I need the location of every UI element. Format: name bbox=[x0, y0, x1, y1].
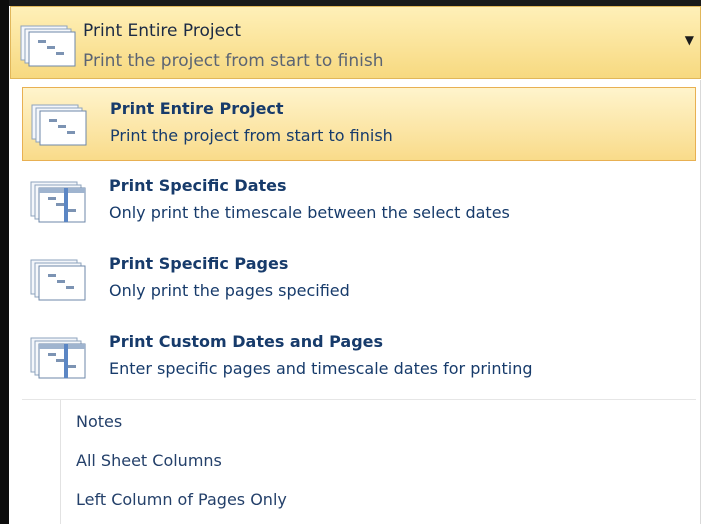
menu-item-description: Print the project from start to finish bbox=[110, 126, 393, 145]
menu-item-title: Print Specific Pages bbox=[109, 254, 289, 273]
window-left-border bbox=[0, 0, 9, 524]
menu-item-description: Only print the timescale between the sel… bbox=[109, 203, 510, 222]
timescale-pages-icon bbox=[30, 337, 88, 383]
options-gutter-line bbox=[60, 400, 61, 524]
stacked-pages-icon bbox=[20, 25, 78, 71]
menu-separator bbox=[22, 399, 696, 400]
timescale-pages-icon bbox=[30, 181, 88, 227]
option-left-column-of-pages-only[interactable]: Left Column of Pages Only bbox=[76, 490, 287, 509]
option-notes[interactable]: Notes bbox=[76, 412, 122, 431]
dropdown-selected-subtitle: Print the project from start to finish bbox=[83, 51, 384, 71]
menu-item-title: Print Custom Dates and Pages bbox=[109, 332, 384, 351]
dropdown-selected-title: Print Entire Project bbox=[83, 21, 242, 41]
menu-item-description: Only print the pages specified bbox=[109, 281, 350, 300]
stacked-pages-icon bbox=[31, 104, 89, 150]
menu-item-title: Print Entire Project bbox=[110, 99, 284, 118]
dropdown-arrow-icon[interactable]: ▼ bbox=[685, 33, 694, 47]
print-scope-menu: Print Entire Project Print the project f… bbox=[10, 80, 701, 524]
menu-item-print-entire-project[interactable]: Print Entire Project Print the project f… bbox=[22, 87, 696, 161]
menu-item-description: Enter specific pages and timescale dates… bbox=[109, 359, 533, 378]
menu-item-title: Print Specific Dates bbox=[109, 176, 287, 195]
menu-item-print-custom-dates-and-pages[interactable]: Print Custom Dates and Pages Enter speci… bbox=[22, 321, 696, 395]
stacked-pages-icon bbox=[30, 259, 88, 305]
menu-item-print-specific-pages[interactable]: Print Specific Pages Only print the page… bbox=[22, 243, 696, 317]
print-scope-dropdown[interactable]: Print Entire Project Print the project f… bbox=[10, 6, 701, 79]
option-all-sheet-columns[interactable]: All Sheet Columns bbox=[76, 451, 222, 470]
menu-item-print-specific-dates[interactable]: Print Specific Dates Only print the time… bbox=[22, 165, 696, 239]
